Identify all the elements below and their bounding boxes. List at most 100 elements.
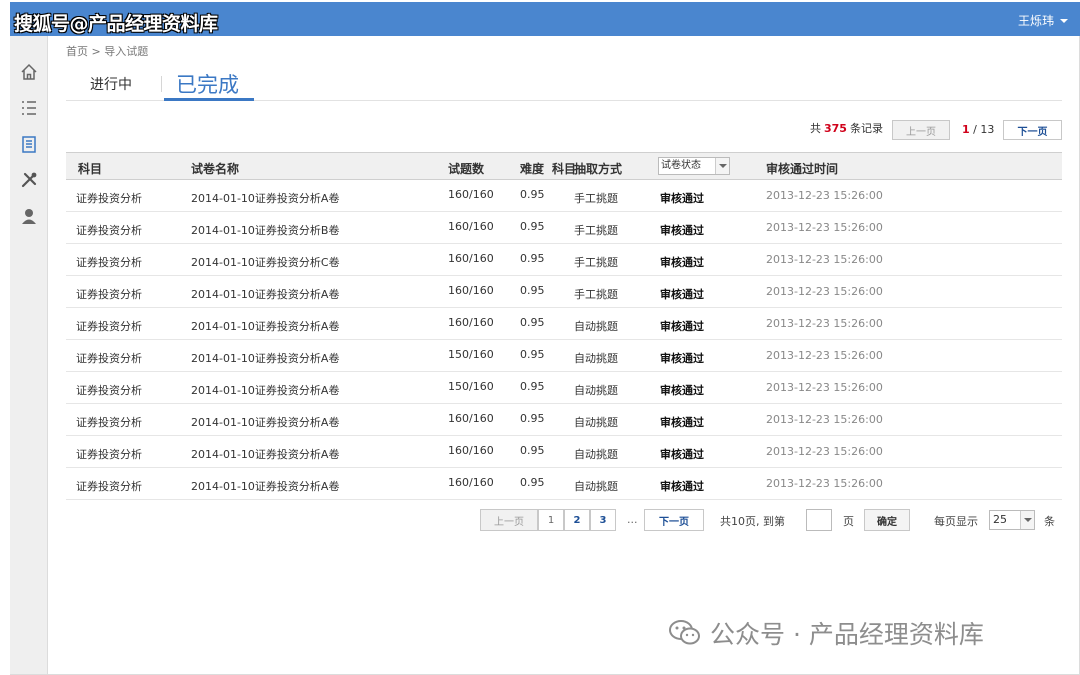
table-row[interactable]: 证券投资分析 2014-01-10证券投资分析A卷 160/160 0.95 手工挑题 审… [66,180,1062,212]
col-question-count: 试题数 [448,162,485,176]
page-number-1[interactable]: 1 [538,509,564,531]
sidebar-item-papers[interactable] [10,126,48,162]
cell-approved-time: 2013-12-23 15:26:00 [766,413,883,426]
per-page-unit: 条 [1044,515,1055,528]
cell-status: 审核通过 [660,320,704,333]
chevron-down-icon [715,158,729,174]
table-row[interactable]: 证券投资分析 2014-01-10证券投资分析A卷 160/160 0.95 自动挑题 审… [66,404,1062,436]
breadcrumb: 首页 > 导入试题 [66,45,149,58]
exam-table: 科目 试卷名称 试题数 难度 科目 抽取方式 试卷状态 审核通过时间 证券投资分… [66,152,1062,500]
caret-down-icon [1060,18,1068,23]
wechat-icon [669,620,700,645]
per-page-select[interactable]: 25 [989,510,1035,530]
cell-difficulty: 0.95 [520,220,545,233]
col-difficulty: 难度 [520,162,545,176]
cell-status: 审核通过 [660,288,704,301]
cell-question-count: 150/160 [448,380,494,393]
page-number-2[interactable]: 2 [564,509,590,531]
watermark-bottom-text: 公众号 · 产品经理资料库 [710,620,984,649]
user-menu[interactable]: 王烁玮 [1018,12,1068,29]
cell-extract-method: 自动挑题 [574,416,618,429]
cell-status: 审核通过 [660,448,704,461]
table-row[interactable]: 证券投资分析 2014-01-10证券投资分析A卷 160/160 0.95 自动挑题 审… [66,468,1062,500]
sidebar [10,36,48,675]
cell-status: 审核通过 [660,192,704,205]
col-approved-time: 审核通过时间 [766,162,839,176]
cell-paper-name: 2014-01-10证券投资分析B卷 [191,224,340,237]
cell-extract-method: 手工挑题 [574,256,618,269]
table-row[interactable]: 证券投资分析 2014-01-10证券投资分析A卷 160/160 0.95 自动挑题 审… [66,436,1062,468]
cell-difficulty: 0.95 [520,380,545,393]
cell-paper-name: 2014-01-10证券投资分析A卷 [191,192,340,205]
tab-completed[interactable]: 已完成 [176,69,239,99]
cell-extract-method: 自动挑题 [574,320,618,333]
cell-difficulty: 0.95 [520,316,545,329]
watermark-bottom: 公众号 · 产品经理资料库 [668,615,984,651]
next-page-button[interactable]: 下一页 [644,509,704,531]
pager-bottom: 上一页 1 2 3 ... 下一页 共10页, 到第 页 确定 每页显示 25 … [0,509,1080,531]
cell-paper-name: 2014-01-10证券投资分析A卷 [191,480,340,493]
tab-divider [161,76,162,92]
page-number-3[interactable]: 3 [590,509,616,531]
home-icon [21,63,37,80]
cell-subject: 证券投资分析 [76,384,142,397]
cell-difficulty: 0.95 [520,188,545,201]
cell-difficulty: 0.95 [520,412,545,425]
col-subject: 科目 [78,162,103,176]
sidebar-item-list[interactable] [10,90,48,126]
per-page-value: 25 [993,513,1007,526]
cell-difficulty: 0.95 [520,252,545,265]
page-ellipsis: ... [627,513,638,526]
cell-extract-method: 自动挑题 [574,448,618,461]
cell-question-count: 160/160 [448,284,494,297]
cell-question-count: 160/160 [448,316,494,329]
col-paper-name: 试卷名称 [191,162,240,176]
record-count-suffix: 条记录 [849,122,883,135]
cell-status: 审核通过 [660,384,704,397]
cell-difficulty: 0.95 [520,476,545,489]
page-unit: 页 [843,515,854,528]
cell-approved-time: 2013-12-23 15:26:00 [766,445,883,458]
cell-paper-name: 2014-01-10证券投资分析A卷 [191,288,340,301]
cell-approved-time: 2013-12-23 15:26:00 [766,189,883,202]
status-filter-select[interactable]: 试卷状态 [658,157,730,175]
table-row[interactable]: 证券投资分析 2014-01-10证券投资分析A卷 160/160 0.95 手工挑题 审… [66,276,1062,308]
cell-extract-method: 自动挑题 [574,480,618,493]
col-extract-method: 抽取方式 [574,162,623,176]
next-page-button-top[interactable]: 下一页 [1003,120,1062,140]
sidebar-item-user[interactable] [10,198,48,234]
cell-difficulty: 0.95 [520,348,545,361]
table-row[interactable]: 证券投资分析 2014-01-10证券投资分析C卷 160/160 0.95 手工挑题 审… [66,244,1062,276]
prev-page-button[interactable]: 上一页 [480,509,538,531]
sidebar-item-home[interactable] [10,54,48,90]
cell-question-count: 160/160 [448,188,494,201]
cell-question-count: 160/160 [448,476,494,489]
table-row[interactable]: 证券投资分析 2014-01-10证券投资分析B卷 160/160 0.95 手工挑题 审… [66,212,1062,244]
prev-page-button-top[interactable]: 上一页 [892,120,950,140]
table-header: 科目 试卷名称 试题数 难度 科目 抽取方式 试卷状态 审核通过时间 [66,152,1062,180]
sidebar-item-tools[interactable] [10,162,48,198]
cell-approved-time: 2013-12-23 15:26:00 [766,477,883,490]
cell-question-count: 150/160 [448,348,494,361]
cell-subject: 证券投资分析 [76,256,142,269]
table-body: 证券投资分析 2014-01-10证券投资分析A卷 160/160 0.95 手工挑题审… [66,180,1062,500]
table-row[interactable]: 证券投资分析 2014-01-10证券投资分析A卷 150/160 0.95 自动挑题 审… [66,340,1062,372]
total-pages: / 13 [973,123,995,136]
cell-paper-name: 2014-01-10证券投资分析A卷 [191,384,340,397]
cell-subject: 证券投资分析 [76,448,142,461]
page-jump-input[interactable] [806,509,832,531]
record-count: 共 375 条记录 [810,120,883,136]
cell-approved-time: 2013-12-23 15:26:00 [766,253,883,266]
tab-in-progress[interactable]: 进行中 [90,74,132,94]
record-count-prefix: 共 [810,122,821,135]
active-tab-indicator [164,98,254,101]
confirm-button[interactable]: 确定 [864,509,910,531]
user-icon [22,209,36,224]
cell-question-count: 160/160 [448,220,494,233]
table-row[interactable]: 证券投资分析 2014-01-10证券投资分析A卷 160/160 0.95 自动挑题 审… [66,308,1062,340]
cell-paper-name: 2014-01-10证券投资分析C卷 [191,256,340,269]
cell-extract-method: 自动挑题 [574,352,618,365]
tab-bar: 进行中 已完成 [66,64,1062,101]
table-row[interactable]: 证券投资分析 2014-01-10证券投资分析A卷 150/160 0.95 自动挑题 审… [66,372,1062,404]
cell-subject: 证券投资分析 [76,224,142,237]
